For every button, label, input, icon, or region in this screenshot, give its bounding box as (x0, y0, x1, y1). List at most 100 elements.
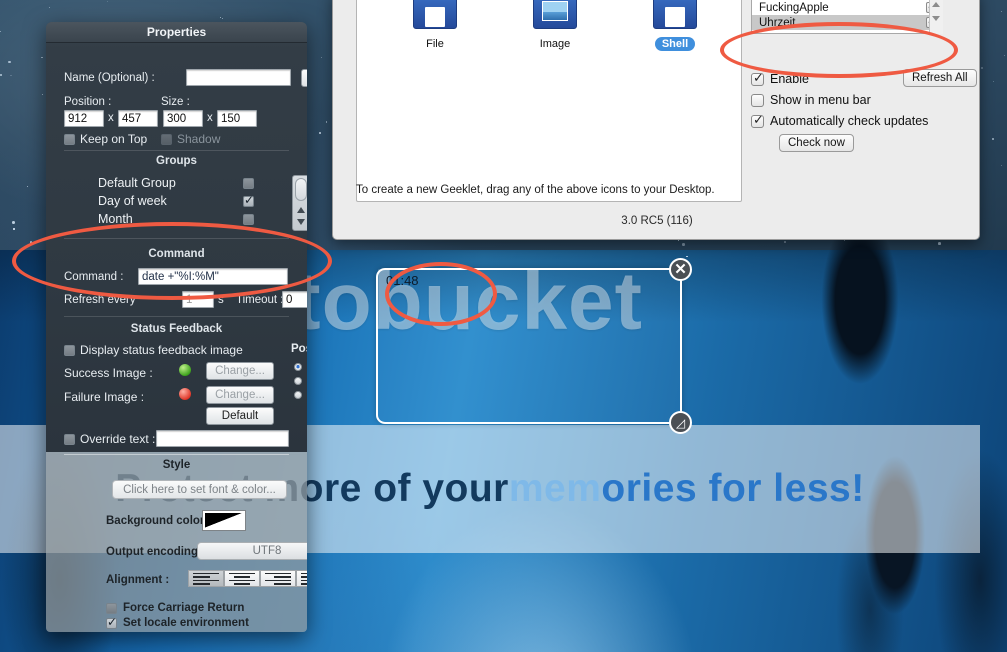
size-times-symbol: x (207, 112, 213, 124)
keep-on-top-row[interactable]: Keep on Top (64, 132, 147, 146)
enable-checkbox[interactable] (751, 70, 764, 86)
export-button[interactable]: Export... (301, 69, 307, 87)
change-failure-image-button[interactable]: Change... (206, 386, 274, 404)
autoupdate-option-row[interactable]: Automatically check updates (751, 112, 929, 128)
name-input[interactable] (186, 69, 291, 86)
divider (64, 150, 289, 151)
image-icon (533, 0, 577, 29)
group-checkbox[interactable] (243, 193, 254, 207)
scroll-down-arrow-icon[interactable] (932, 16, 940, 21)
size-label: Size : (161, 96, 190, 108)
palette-label-file: File (426, 38, 444, 50)
groups-scrollbar-thumb[interactable] (295, 178, 307, 201)
group-checkbox[interactable] (243, 213, 254, 225)
close-icon[interactable]: ✕ (669, 258, 692, 281)
star-dot (1004, 54, 1006, 56)
star-dot (222, 17, 224, 19)
set-locale-checkbox[interactable] (106, 615, 117, 629)
shadow-row: Shadow (161, 132, 220, 146)
star-dot (319, 132, 322, 135)
star-dot (12, 220, 15, 224)
style-section-title: Style (162, 459, 191, 471)
groups-scroll-down-icon[interactable] (297, 219, 305, 225)
scroll-up-arrow-icon[interactable] (932, 2, 940, 7)
show-in-menu-bar-checkbox[interactable] (751, 93, 764, 107)
group-name: Day of week (98, 194, 167, 208)
set-locale-row[interactable]: Set locale environment (106, 615, 249, 629)
group-name: Default Group (98, 176, 176, 190)
star-dot (27, 186, 29, 188)
output-encoding-select[interactable]: UTF8 ▲▼ (197, 542, 307, 560)
status-position-radio-grid[interactable] (294, 363, 307, 405)
override-text-label: Override text : (80, 432, 156, 446)
output-encoding-label: Output encoding : (106, 546, 206, 558)
palette-item-image[interactable]: Image (510, 0, 600, 52)
keep-on-top-checkbox[interactable] (64, 133, 75, 145)
position-radio-bottom-left[interactable] (294, 391, 302, 399)
check-now-button[interactable]: Check now (779, 134, 854, 152)
annotation-ellipse-geeklet-list (720, 22, 958, 78)
star-dot (41, 56, 43, 59)
override-text-checkbox[interactable] (64, 433, 75, 445)
failure-image-label: Failure Image : (64, 390, 145, 404)
shell-icon (653, 0, 697, 29)
properties-titlebar[interactable]: Properties (46, 22, 307, 43)
size-width-input[interactable] (163, 110, 203, 127)
alignment-label: Alignment : (106, 574, 170, 586)
groups-scrollbar[interactable] (292, 175, 307, 231)
position-radio-top-left[interactable] (294, 363, 302, 371)
palette-item-file[interactable]: File (390, 0, 480, 52)
alignment-button-group[interactable] (188, 570, 307, 587)
slogan-part-2: mem (508, 467, 602, 510)
group-row[interactable]: Day of week (46, 193, 264, 209)
star-dot (220, 16, 222, 18)
list-item[interactable]: FuckingApple (752, 0, 942, 15)
resize-handle-icon[interactable]: ◿ (669, 411, 692, 434)
background-color-swatch[interactable] (202, 510, 246, 531)
page-title: Properties (146, 25, 207, 39)
align-left-button[interactable] (188, 570, 224, 587)
override-text-input[interactable] (156, 430, 289, 447)
divider (64, 316, 289, 317)
group-checkbox[interactable] (243, 177, 254, 189)
font-and-color-button[interactable]: Click here to set font & color... (112, 480, 287, 499)
default-images-button[interactable]: Default (206, 407, 274, 425)
groups-section-title: Groups (156, 155, 197, 167)
force-carriage-return-row[interactable]: Force Carriage Return (106, 602, 244, 614)
auto-check-updates-label: Automatically check updates (770, 114, 929, 128)
star-dot (678, 240, 680, 241)
geeklet-type-palette: File Image Shell (356, 0, 742, 202)
auto-check-updates-checkbox[interactable] (751, 112, 764, 128)
group-row[interactable]: Default Group (46, 176, 264, 190)
menubar-option-row[interactable]: Show in menu bar (751, 93, 871, 107)
failure-status-led-icon (179, 388, 191, 400)
set-locale-label: Set locale environment (123, 617, 249, 629)
shadow-checkbox (161, 133, 172, 145)
align-justify-button[interactable] (296, 570, 307, 587)
groups-scroll-up-icon[interactable] (297, 207, 305, 213)
palette-label-image: Image (539, 38, 571, 50)
timeout-input[interactable] (282, 291, 307, 308)
star-dot (10, 74, 12, 77)
slogan-part-3: ories for less! (601, 467, 865, 510)
change-success-image-button[interactable]: Change... (206, 362, 274, 380)
annotation-ellipse-command (12, 222, 332, 300)
align-right-button[interactable] (260, 570, 296, 587)
palette-hint-text: To create a new Geeklet, drag any of the… (356, 184, 715, 196)
palette-label-shell: Shell (654, 37, 696, 51)
star-dot (0, 73, 3, 76)
override-text-row[interactable]: Override text : (64, 432, 155, 446)
display-status-row[interactable]: Display status feedback image (64, 343, 243, 357)
force-carriage-return-checkbox[interactable] (106, 602, 117, 614)
size-height-input[interactable] (217, 110, 257, 127)
star-dot (682, 243, 685, 246)
palette-item-shell[interactable]: Shell (630, 0, 720, 52)
star-dot (1001, 10, 1003, 13)
align-center-button[interactable] (224, 570, 260, 587)
geeklet-list-scrollbar[interactable] (929, 0, 943, 34)
position-y-input[interactable] (118, 110, 158, 127)
star-dot (992, 137, 994, 140)
display-status-checkbox[interactable] (64, 344, 75, 356)
position-radio-mid-left[interactable] (294, 377, 302, 385)
position-x-input[interactable] (64, 110, 104, 127)
